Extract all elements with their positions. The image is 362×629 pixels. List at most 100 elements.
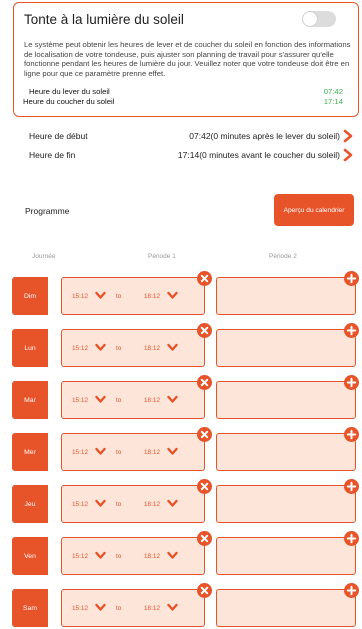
day-label: Lun [12, 329, 48, 367]
to-separator: to [116, 553, 122, 560]
sunlight-toggle[interactable] [302, 11, 336, 27]
chevron-down-icon[interactable] [95, 343, 106, 352]
period1-start-time[interactable]: 15:12 [72, 293, 88, 300]
period1-start-time[interactable]: 15:12 [72, 397, 88, 404]
period1-slot[interactable]: 15:12 to 18:12 [61, 589, 205, 627]
period1-end-time[interactable]: 18:12 [144, 293, 160, 300]
chevron-down-icon[interactable] [95, 291, 106, 300]
period1-start-time[interactable]: 15:12 [72, 345, 88, 352]
chevron-down-icon[interactable] [167, 499, 178, 508]
period2-slot[interactable] [216, 277, 356, 315]
period1-slot[interactable]: 15:12 to 18:12 [61, 381, 205, 419]
day-name: Mer [24, 448, 36, 456]
day-label: Sam [12, 589, 48, 627]
close-icon [200, 274, 209, 283]
chevron-right-icon [343, 148, 353, 162]
plus-icon [346, 533, 357, 544]
period1-start-time[interactable]: 15:12 [72, 553, 88, 560]
chevron-down-icon[interactable] [95, 395, 106, 404]
period2-slot[interactable] [216, 537, 356, 575]
day-name: Sam [23, 604, 37, 612]
add-period-button[interactable] [344, 323, 359, 338]
remove-period-button[interactable] [197, 375, 212, 390]
end-time-row[interactable]: Heure de fin 17:14(0 minutes avant le co… [29, 148, 354, 163]
period1-slot[interactable]: 15:12 to 18:12 [61, 277, 205, 315]
to-separator: to [116, 293, 122, 300]
plus-icon [346, 481, 357, 492]
plus-icon [346, 377, 357, 388]
add-period-button[interactable] [344, 271, 359, 286]
day-name: Jeu [24, 500, 36, 508]
chevron-down-icon[interactable] [95, 447, 106, 456]
chevron-down-icon[interactable] [95, 551, 106, 560]
sunrise-value: 07:42 [323, 87, 343, 96]
period1-slot[interactable]: 15:12 to 18:12 [61, 537, 205, 575]
period1-end-time[interactable]: 18:12 [144, 605, 160, 612]
to-separator: to [116, 501, 122, 508]
chevron-down-icon[interactable] [95, 499, 106, 508]
add-period-button[interactable] [344, 479, 359, 494]
period1-end-time[interactable]: 18:12 [144, 345, 160, 352]
period1-start-time[interactable]: 15:12 [72, 605, 88, 612]
remove-period-button[interactable] [197, 583, 212, 598]
remove-period-button[interactable] [197, 271, 212, 286]
schedule-day-row: Sam 15:12 to 18:12 [12, 583, 360, 627]
period2-slot[interactable] [216, 433, 356, 471]
period1-slot[interactable]: 15:12 to 18:12 [61, 329, 205, 367]
column-header-day: Journée [32, 253, 56, 260]
add-period-button[interactable] [344, 531, 359, 546]
add-period-button[interactable] [344, 427, 359, 442]
sunset-value: 17:14 [323, 97, 343, 106]
calendar-preview-button[interactable]: Aperçu du calendrier [274, 194, 354, 226]
period2-slot[interactable] [216, 485, 356, 523]
remove-period-button[interactable] [197, 531, 212, 546]
chevron-down-icon[interactable] [167, 447, 178, 456]
day-label: Dim [12, 277, 48, 315]
remove-period-button[interactable] [197, 479, 212, 494]
chevron-down-icon[interactable] [167, 291, 178, 300]
start-time-value: 07:42(0 minutes après le lever du soleil… [189, 131, 340, 141]
programme-label: Programme [25, 206, 70, 216]
plus-icon [346, 273, 357, 284]
chevron-down-icon[interactable] [167, 395, 178, 404]
day-name: Ven [24, 552, 36, 560]
day-name: Lun [24, 344, 36, 352]
period2-slot[interactable] [216, 589, 356, 627]
start-time-row[interactable]: Heure de début 07:42(0 minutes après le … [29, 129, 354, 144]
column-header-period1: Période 1 [148, 253, 176, 260]
period1-end-time[interactable]: 18:12 [144, 449, 160, 456]
remove-period-button[interactable] [197, 323, 212, 338]
sunlight-description: Le système peut obtenir les heures de le… [24, 40, 351, 78]
period2-slot[interactable] [216, 381, 356, 419]
chevron-right-icon [343, 129, 353, 143]
toggle-knob [303, 12, 317, 26]
period1-slot[interactable]: 15:12 to 18:12 [61, 433, 205, 471]
period1-start-time[interactable]: 15:12 [72, 449, 88, 456]
to-separator: to [116, 605, 122, 612]
to-separator: to [116, 345, 122, 352]
end-time-label: Heure de fin [29, 150, 76, 160]
day-label: Mer [12, 433, 48, 471]
end-time-value: 17:14(0 minutes avant le coucher du sole… [177, 150, 340, 160]
schedule-day-row: Lun 15:12 to 18:12 [12, 323, 360, 367]
chevron-down-icon[interactable] [95, 603, 106, 612]
period2-slot[interactable] [216, 329, 356, 367]
remove-period-button[interactable] [197, 427, 212, 442]
period1-end-time[interactable]: 18:12 [144, 553, 160, 560]
chevron-down-icon[interactable] [167, 343, 178, 352]
add-period-button[interactable] [344, 375, 359, 390]
day-name: Mar [24, 396, 36, 404]
close-icon [200, 378, 209, 387]
period1-end-time[interactable]: 18:12 [144, 501, 160, 508]
period1-slot[interactable]: 15:12 to 18:12 [61, 485, 205, 523]
day-label: Mar [12, 381, 48, 419]
chevron-down-icon[interactable] [167, 551, 178, 560]
chevron-down-icon[interactable] [167, 603, 178, 612]
period1-start-time[interactable]: 15:12 [72, 501, 88, 508]
period1-end-time[interactable]: 18:12 [144, 397, 160, 404]
schedule-day-row: Dim 15:12 to 18:12 [12, 271, 360, 315]
schedule-day-row: Jeu 15:12 to 18:12 [12, 479, 360, 523]
add-period-button[interactable] [344, 583, 359, 598]
start-time-label: Heure de début [29, 131, 88, 141]
sunset-label: Heure du coucher du soleil [23, 97, 115, 106]
